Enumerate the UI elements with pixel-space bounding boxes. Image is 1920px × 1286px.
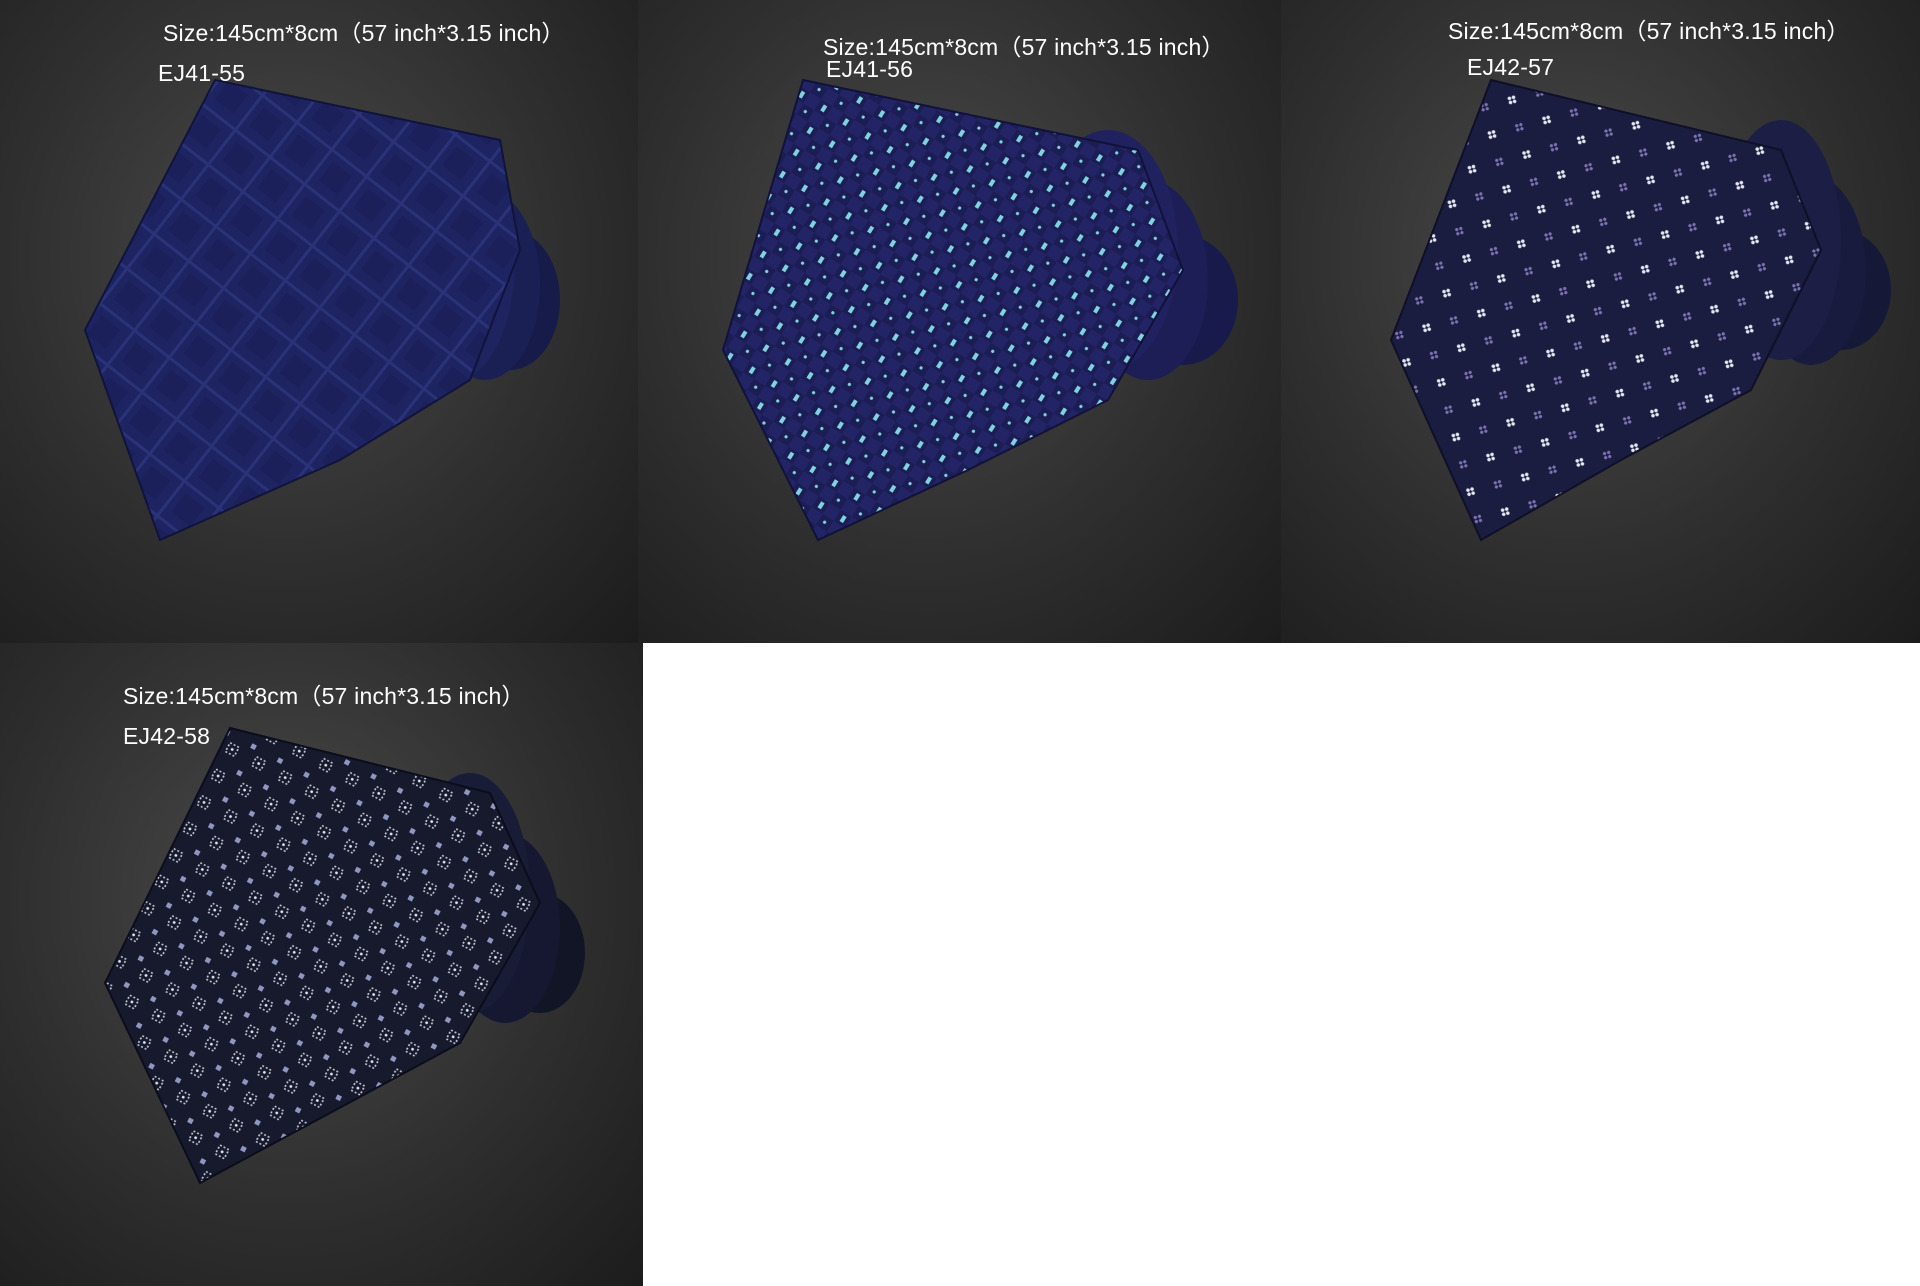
product-image-ej41-56: Size:145cm*8cm（57 inch*3.15 inch） EJ41-5… <box>638 0 1281 643</box>
product-image-ej41-55: Size:145cm*8cm（57 inch*3.15 inch） EJ41-5… <box>0 0 638 643</box>
product-image-ej42-58: Size:145cm*8cm（57 inch*3.15 inch） EJ42-5… <box>0 643 643 1286</box>
tie-image-ej42-58 <box>103 726 585 1185</box>
tie-image-ej41-55 <box>83 78 560 542</box>
tie-image-ej41-56 <box>721 78 1238 542</box>
product-image-ej42-57: Size:145cm*8cm（57 inch*3.15 inch） EJ42-5… <box>1281 0 1920 643</box>
product-code: EJ41-56 <box>826 56 914 82</box>
size-label: Size:145cm*8cm（57 inch*3.15 inch） <box>163 20 565 46</box>
size-label: Size:145cm*8cm（57 inch*3.15 inch） <box>1448 18 1850 44</box>
tie-image-ej42-57 <box>1389 78 1891 542</box>
product-code: EJ42-57 <box>1467 54 1555 80</box>
product-code: EJ41-55 <box>158 60 246 86</box>
product-code: EJ42-58 <box>123 723 211 749</box>
size-label: Size:145cm*8cm（57 inch*3.15 inch） <box>123 683 525 709</box>
